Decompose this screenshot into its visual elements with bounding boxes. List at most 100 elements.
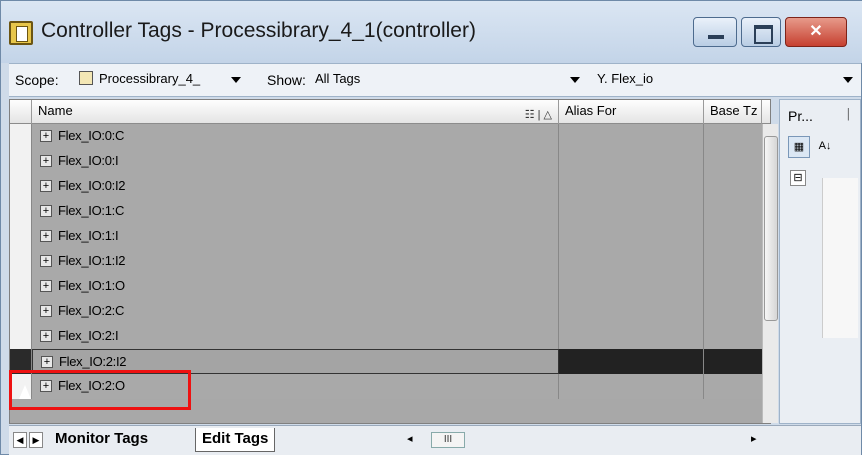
row-selector[interactable] bbox=[10, 324, 32, 349]
tag-name: Flex_IO:1:I bbox=[58, 228, 119, 243]
table-row[interactable]: + Flex_IO:1:I2 bbox=[10, 249, 770, 274]
maximize-button[interactable] bbox=[741, 17, 781, 47]
alias-cell[interactable] bbox=[559, 349, 704, 374]
title-bar[interactable]: Controller Tags - Processibrary_4_1(cont… bbox=[1, 1, 862, 63]
tag-name-cell[interactable]: + Flex_IO:0:C bbox=[32, 124, 559, 149]
highlight-annotation-box bbox=[9, 370, 191, 410]
base-tag-cell[interactable] bbox=[704, 349, 762, 374]
tab-scroll-right-icon[interactable]: ▶ bbox=[29, 432, 43, 448]
base-tag-cell[interactable] bbox=[704, 299, 762, 324]
tag-name: Flex_IO:0:I2 bbox=[58, 178, 126, 193]
properties-panel: Pr... ᛁ ▦ A↓ ⊟ bbox=[779, 99, 861, 424]
base-tag-cell[interactable] bbox=[704, 274, 762, 299]
tab-edit-tags[interactable]: Edit Tags bbox=[195, 428, 276, 452]
tag-name: Flex_IO:1:O bbox=[58, 278, 125, 293]
expand-icon[interactable]: + bbox=[41, 356, 53, 368]
expand-icon[interactable]: + bbox=[40, 180, 52, 192]
table-row[interactable]: + Flex_IO:2:C bbox=[10, 299, 770, 324]
expand-icon[interactable]: + bbox=[40, 255, 52, 267]
close-button[interactable]: ✕ bbox=[785, 17, 847, 47]
show-label: Show: bbox=[267, 72, 306, 88]
scroll-right-icon[interactable]: ▸ bbox=[751, 432, 757, 445]
table-row[interactable]: + Flex_IO:0:I bbox=[10, 149, 770, 174]
tag-name-cell[interactable]: + Flex_IO:1:O bbox=[32, 274, 559, 299]
alias-cell[interactable] bbox=[559, 374, 704, 399]
tab-scroll-left-icon[interactable]: ◀ bbox=[13, 432, 27, 448]
row-selector[interactable] bbox=[10, 274, 32, 299]
sort-icon[interactable]: ☷ | △ bbox=[525, 104, 552, 124]
tag-name-cell[interactable]: + Flex_IO:2:C bbox=[32, 299, 559, 324]
table-row[interactable]: + Flex_IO:0:I2 bbox=[10, 174, 770, 199]
base-tag-cell[interactable] bbox=[704, 374, 762, 399]
tag-name: Flex_IO:0:I bbox=[58, 153, 119, 168]
alias-cell[interactable] bbox=[559, 324, 704, 349]
row-selector[interactable] bbox=[10, 299, 32, 324]
row-selector[interactable] bbox=[10, 149, 32, 174]
table-row[interactable]: + Flex_IO:0:C bbox=[10, 124, 770, 149]
tag-name: Flex_IO:2:C bbox=[58, 303, 125, 318]
base-tag-cell[interactable] bbox=[704, 224, 762, 249]
tag-name-cell[interactable]: + Flex_IO:0:I bbox=[32, 149, 559, 174]
scope-dropdown[interactable]: Processibrary_4_ bbox=[79, 68, 247, 92]
column-header-name[interactable]: Name ☷ | △ bbox=[32, 100, 559, 124]
vertical-scrollbar[interactable] bbox=[762, 124, 778, 423]
base-tag-cell[interactable] bbox=[704, 149, 762, 174]
base-tag-cell[interactable] bbox=[704, 199, 762, 224]
alias-cell[interactable] bbox=[559, 199, 704, 224]
column-header-alias[interactable]: Alias For bbox=[559, 100, 704, 124]
expand-icon[interactable]: + bbox=[40, 130, 52, 142]
row-selector[interactable] bbox=[10, 249, 32, 274]
base-tag-cell[interactable] bbox=[704, 324, 762, 349]
minimize-icon bbox=[694, 18, 736, 46]
expand-icon[interactable]: + bbox=[40, 305, 52, 317]
row-selector[interactable] bbox=[10, 224, 32, 249]
scroll-left-icon[interactable]: ◂ bbox=[407, 432, 413, 445]
base-tag-cell[interactable] bbox=[704, 174, 762, 199]
expand-icon[interactable]: + bbox=[40, 205, 52, 217]
alias-cell[interactable] bbox=[559, 274, 704, 299]
table-row[interactable]: + Flex_IO:2:I bbox=[10, 324, 770, 349]
alias-cell[interactable] bbox=[559, 124, 704, 149]
scope-toolbar: Scope: Processibrary_4_ Show: All Tags Y… bbox=[9, 63, 861, 97]
categorized-view-icon[interactable]: ▦ bbox=[788, 136, 810, 158]
tab-monitor-tags[interactable]: Monitor Tags bbox=[55, 428, 148, 452]
expand-icon[interactable]: + bbox=[40, 280, 52, 292]
alias-cell[interactable] bbox=[559, 299, 704, 324]
column-header-base[interactable]: Base Tz bbox=[704, 100, 762, 124]
expand-icon[interactable]: + bbox=[40, 330, 52, 342]
tag-name: Flex_IO:0:C bbox=[58, 128, 125, 143]
tag-name-cell[interactable]: + Flex_IO:1:I bbox=[32, 224, 559, 249]
table-row[interactable]: + Flex_IO:1:O bbox=[10, 274, 770, 299]
alias-cell[interactable] bbox=[559, 224, 704, 249]
expand-icon[interactable]: + bbox=[40, 155, 52, 167]
hscroll-thumb[interactable]: III bbox=[431, 432, 465, 448]
name-filter-dropdown[interactable]: Y. Flex_io bbox=[597, 68, 859, 92]
row-selector[interactable] bbox=[10, 199, 32, 224]
base-tag-cell[interactable] bbox=[704, 124, 762, 149]
alias-cell[interactable] bbox=[559, 174, 704, 199]
base-tag-cell[interactable] bbox=[704, 249, 762, 274]
minimize-button[interactable] bbox=[693, 17, 737, 47]
tag-name-cell[interactable]: + Flex_IO:1:I2 bbox=[32, 249, 559, 274]
table-row[interactable]: + Flex_IO:1:C bbox=[10, 199, 770, 224]
tag-name-cell[interactable]: + Flex_IO:2:I bbox=[32, 324, 559, 349]
filter-value: Flex_io bbox=[611, 71, 654, 86]
scroll-thumb[interactable] bbox=[764, 136, 778, 321]
table-row[interactable]: + Flex_IO:1:I bbox=[10, 224, 770, 249]
properties-title: Pr... bbox=[788, 108, 813, 124]
show-dropdown[interactable]: All Tags bbox=[315, 68, 580, 92]
pin-icon[interactable]: ᛁ bbox=[844, 106, 852, 122]
row-selector[interactable] bbox=[10, 174, 32, 199]
horizontal-scrollbar[interactable]: ◂ III ▸ bbox=[401, 432, 781, 450]
alias-cell[interactable] bbox=[559, 149, 704, 174]
properties-scrollbar[interactable] bbox=[822, 178, 858, 338]
tag-name: Flex_IO:2:I2 bbox=[59, 354, 127, 369]
scope-label: Scope: bbox=[15, 72, 59, 88]
row-selector[interactable] bbox=[10, 124, 32, 149]
alias-cell[interactable] bbox=[559, 249, 704, 274]
tag-name-cell[interactable]: + Flex_IO:1:C bbox=[32, 199, 559, 224]
collapse-icon[interactable]: ⊟ bbox=[790, 170, 806, 186]
tag-name-cell[interactable]: + Flex_IO:0:I2 bbox=[32, 174, 559, 199]
expand-icon[interactable]: + bbox=[40, 230, 52, 242]
alphabetical-sort-icon[interactable]: A↓ bbox=[814, 136, 836, 158]
